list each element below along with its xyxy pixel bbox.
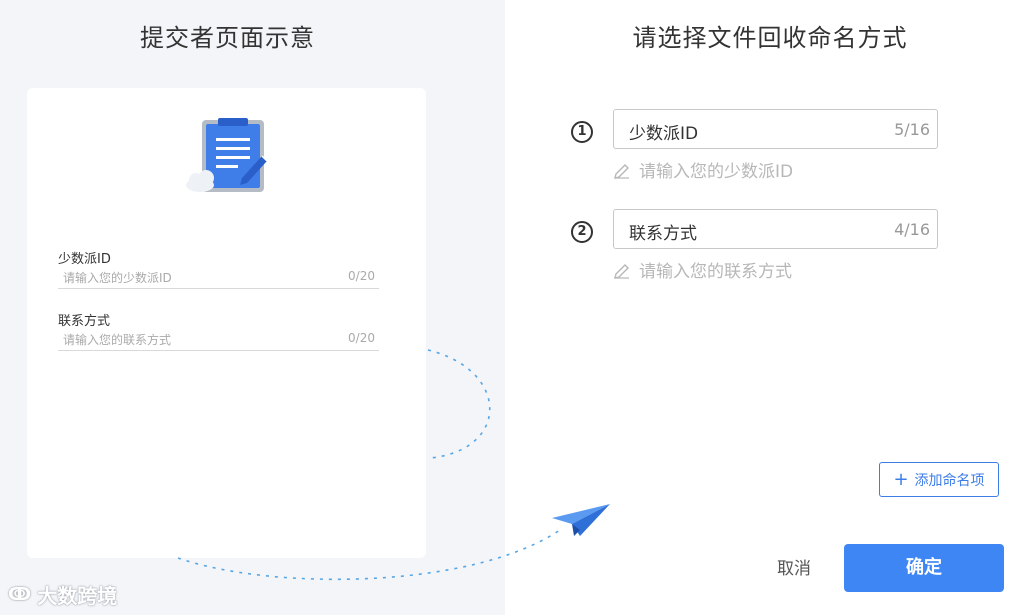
preview-title: 提交者页面示意 [140,24,315,52]
naming-input-value: 少数派ID [629,124,699,144]
naming-hint-text: 请输入您的联系方式 [639,262,792,282]
naming-input-2[interactable]: 联系方式 4/16 [613,209,938,249]
preview-field-counter: 0/20 [348,269,375,283]
preview-field-label-id: 少数派ID [58,252,111,267]
clipboard-icon [186,118,268,192]
add-naming-item-button[interactable]: + 添加命名项 [879,462,999,497]
paper-plane-icon [552,504,610,536]
add-naming-item-label: 添加命名项 [914,472,985,489]
watermark-logo-icon: ↂ [8,584,32,605]
preview-field-label-contact: 联系方式 [58,314,111,329]
preview-field-placeholder: 请输入您的少数派ID [63,271,172,285]
dashed-flight-path [177,349,561,581]
naming-title: 请选择文件回收命名方式 [632,24,908,52]
pencil-icon [614,263,629,279]
confirm-button[interactable]: 确定 [844,544,1004,592]
plus-icon: + [893,468,909,490]
naming-hint-text: 请输入您的少数派ID [639,162,794,182]
pencil-icon [614,163,629,179]
naming-hint-2[interactable]: 请输入您的联系方式 [613,257,792,282]
cancel-button[interactable]: 取消 [764,549,824,589]
naming-input-counter: 5/16 [894,120,930,139]
watermark-text: 大数跨境 [37,584,118,608]
naming-input-1[interactable]: 少数派ID 5/16 [613,109,938,149]
preview-field-id: 请输入您的少数派ID 0/20 [58,266,379,289]
naming-input-counter: 4/16 [894,220,930,239]
naming-input-value: 联系方式 [629,224,697,244]
number-1-icon: 1 [571,121,593,143]
naming-hint-1[interactable]: 请输入您的少数派ID [613,157,793,182]
watermark: ↂ 大数跨境 [8,580,117,609]
number-2-icon: 2 [571,221,593,243]
